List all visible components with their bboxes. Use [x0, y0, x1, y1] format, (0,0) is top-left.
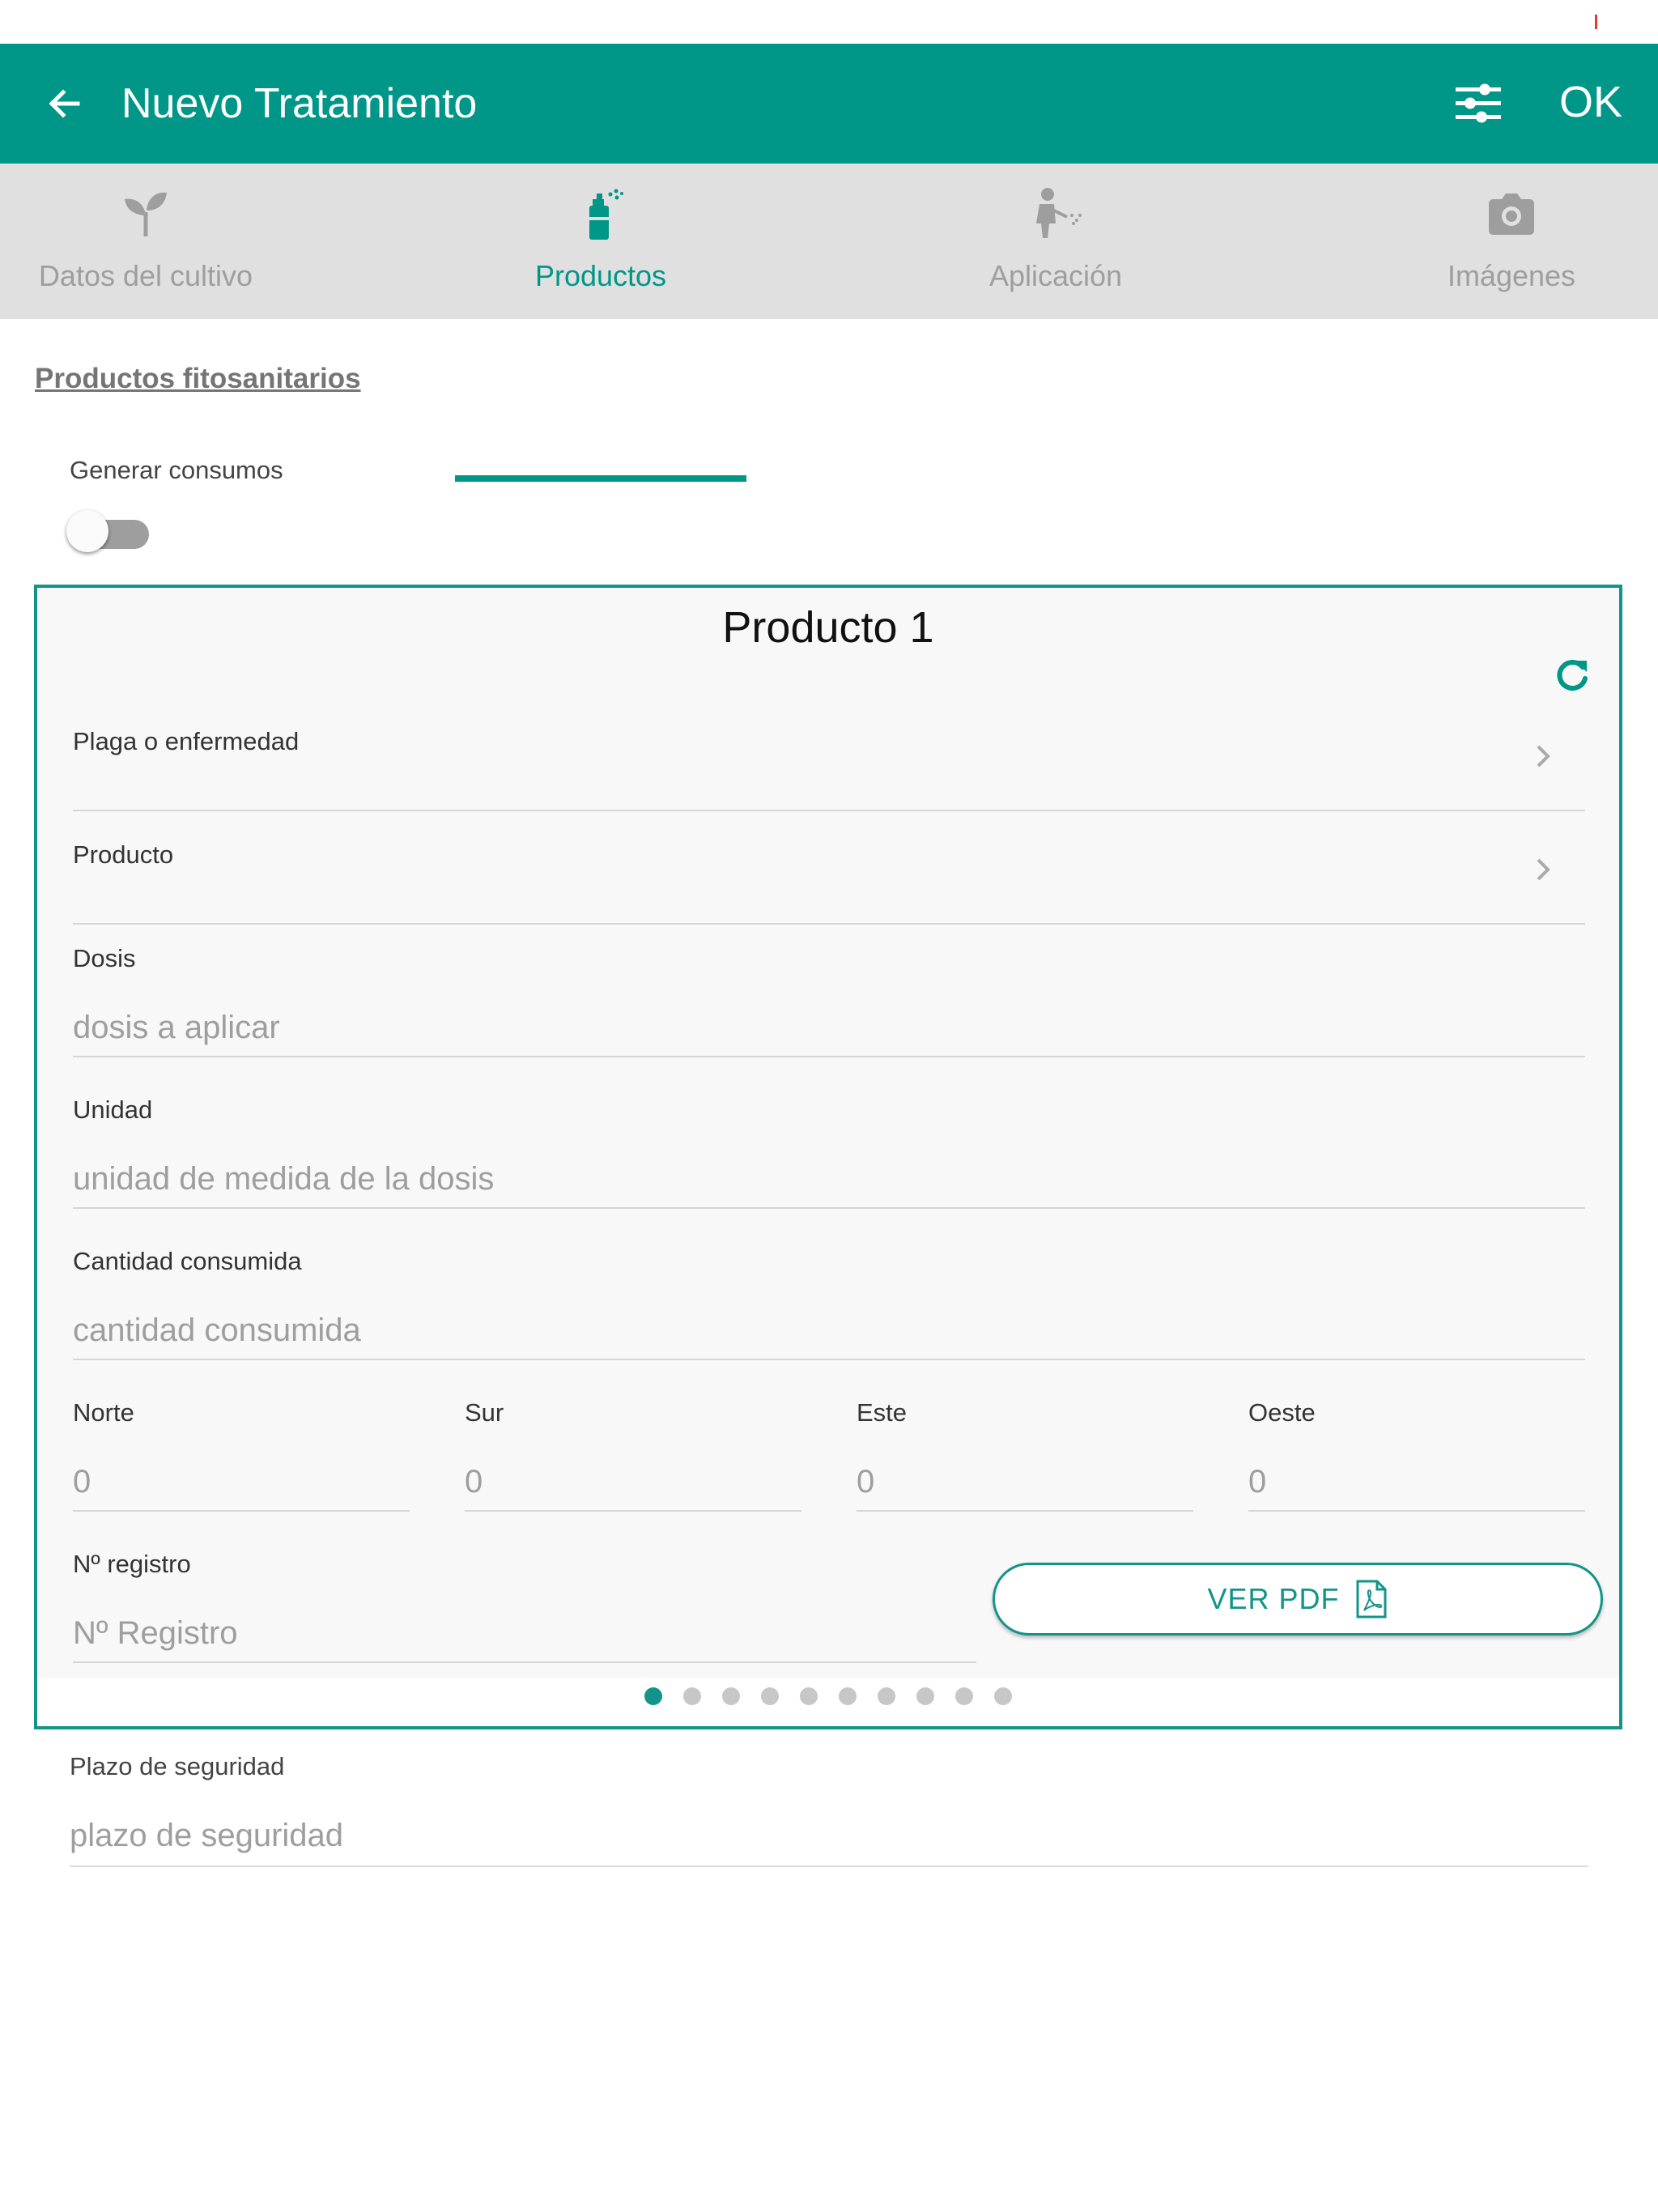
toggle-thumb — [66, 510, 108, 552]
dosis-field: Dosis — [73, 944, 1585, 1057]
tab-bar: Datos del cultivo Productos Aplicación I… — [0, 164, 1658, 482]
generar-consumos-toggle[interactable] — [66, 507, 152, 552]
tab-datos-cultivo[interactable]: Datos del cultivo — [0, 164, 291, 319]
sur-field: Sur — [465, 1398, 801, 1512]
ver-pdf-label: VER PDF — [1207, 1582, 1340, 1615]
page-dot[interactable] — [722, 1687, 740, 1705]
cantidad-label: Cantidad consumida — [73, 1247, 302, 1275]
generar-consumos-label: Generar consumos — [70, 456, 283, 484]
oeste-label: Oeste — [1248, 1398, 1316, 1427]
page-dot[interactable] — [916, 1687, 934, 1705]
status-indicator — [1595, 15, 1597, 29]
page-dot[interactable] — [761, 1687, 779, 1705]
cantidad-consumida-field: Cantidad consumida — [73, 1247, 1585, 1360]
product-card-body: Producto 1 Plaga o enfermedad Producto D… — [37, 588, 1619, 1678]
tab-label: Imágenes — [1447, 259, 1576, 292]
sliders-icon — [1456, 83, 1501, 123]
unidad-label: Unidad — [73, 1095, 153, 1124]
page-indicator — [37, 1687, 1619, 1707]
este-label: Este — [857, 1398, 908, 1427]
sprout-icon — [125, 192, 167, 236]
plazo-label: Plazo de seguridad — [70, 1752, 285, 1780]
sprayer-person-icon — [1036, 188, 1082, 238]
spray-can-icon — [589, 189, 623, 240]
plaga-enfermedad-selector[interactable]: Plaga o enfermedad — [73, 698, 1585, 811]
registro-label: Nº registro — [73, 1550, 191, 1578]
tab-label: Datos del cultivo — [38, 259, 253, 292]
unidad-input[interactable] — [73, 1161, 1585, 1197]
product-card: Producto 1 Plaga o enfermedad Producto D… — [34, 585, 1622, 1729]
dosis-input[interactable] — [73, 1010, 1585, 1046]
registro-input[interactable] — [73, 1615, 976, 1652]
page-dot[interactable] — [644, 1687, 662, 1705]
pdf-file-icon — [1356, 1580, 1387, 1619]
norte-input[interactable] — [73, 1464, 410, 1500]
page-dot[interactable] — [994, 1687, 1012, 1705]
registro-field: Nº registro — [73, 1550, 976, 1663]
refresh-icon — [1557, 660, 1588, 691]
sur-label: Sur — [465, 1398, 504, 1427]
tab-label: Aplicación — [988, 259, 1123, 292]
oeste-field: Oeste — [1248, 1398, 1585, 1512]
chevron-right-icon — [1537, 858, 1550, 881]
page-dot[interactable] — [878, 1687, 895, 1705]
section-title: Productos fitosanitarios — [35, 363, 361, 394]
ver-pdf-button[interactable]: VER PDF — [993, 1563, 1603, 1636]
app-bar: Nuevo Tratamiento OK — [0, 44, 1658, 164]
arrow-left-icon — [49, 89, 80, 118]
back-button[interactable] — [32, 71, 97, 136]
este-field: Este — [857, 1398, 1193, 1512]
camera-icon — [1489, 194, 1534, 235]
page-dot[interactable] — [955, 1687, 973, 1705]
filter-button[interactable] — [1446, 71, 1511, 136]
producto-selector[interactable]: Producto — [73, 811, 1585, 925]
unidad-field: Unidad — [73, 1095, 1585, 1209]
tab-imagenes[interactable]: Imágenes — [1365, 164, 1658, 319]
active-tab-indicator — [455, 475, 746, 482]
norte-label: Norte — [73, 1398, 134, 1427]
page-dot[interactable] — [839, 1687, 857, 1705]
status-bar — [0, 0, 1658, 44]
plaga-label: Plaga o enfermedad — [73, 727, 300, 755]
norte-field: Norte — [73, 1398, 410, 1512]
ok-button[interactable]: OK — [1559, 76, 1622, 128]
refresh-button[interactable] — [1548, 651, 1596, 700]
page-title: Nuevo Tratamiento — [121, 80, 478, 127]
plazo-input[interactable] — [70, 1818, 1588, 1854]
tab-label: Productos — [534, 259, 667, 292]
dosis-label: Dosis — [73, 944, 136, 972]
plazo-seguridad-field: Plazo de seguridad — [70, 1752, 1588, 1867]
oeste-input[interactable] — [1248, 1464, 1585, 1500]
product-card-title: Producto 1 — [722, 603, 934, 652]
tab-aplicacion[interactable]: Aplicación — [910, 164, 1201, 319]
chevron-right-icon — [1537, 745, 1550, 768]
cantidad-input[interactable] — [73, 1312, 1585, 1349]
producto-label: Producto — [73, 840, 174, 869]
tab-productos[interactable]: Productos — [455, 164, 746, 319]
page-dot[interactable] — [683, 1687, 701, 1705]
sur-input[interactable] — [465, 1464, 801, 1500]
este-input[interactable] — [857, 1464, 1193, 1500]
page-dot[interactable] — [800, 1687, 818, 1705]
